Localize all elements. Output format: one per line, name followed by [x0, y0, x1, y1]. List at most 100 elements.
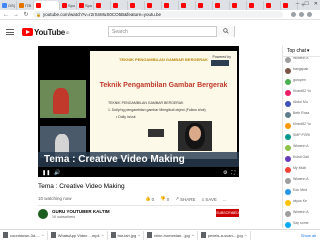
- chat-avatar[interactable]: [285, 222, 291, 228]
- browser-tab[interactable]: [145, 1, 162, 10]
- chevron-up-icon[interactable]: ^: [138, 233, 140, 238]
- chat-avatar[interactable]: [285, 90, 291, 96]
- browser-tab[interactable]: [94, 1, 111, 10]
- like-button[interactable]: 👍 0: [145, 196, 154, 202]
- presentation-slide: Powered by TEKNIK PENGAMBILAN GAMBAR BER…: [90, 51, 237, 159]
- channel-name[interactable]: GURU YOUTUBER KALTIM: [52, 209, 110, 214]
- subscribe-button[interactable]: SUBSCRIBED: [216, 209, 239, 217]
- chat-author: Edu Med: [293, 188, 308, 192]
- chat-avatar[interactable]: [285, 112, 291, 118]
- slide-bullet: • Dolly in/out: [116, 115, 136, 119]
- forward-icon[interactable]: →: [13, 12, 19, 18]
- more-button[interactable]: ...: [223, 197, 227, 202]
- chevron-up-icon[interactable]: ^: [245, 233, 247, 238]
- browser-tab[interactable]: [128, 1, 145, 10]
- close-window-icon[interactable]: ✕: [314, 1, 318, 7]
- subscriber-count: 1K subscribers: [52, 215, 76, 219]
- url-field[interactable]: 🔒 youtube.com/watch?v=r2rSnMuS0CO5B&feat…: [33, 11, 283, 18]
- divider: [38, 205, 239, 206]
- show-all-downloads-link[interactable]: Show all: [301, 233, 320, 238]
- download-filename: fair-lah.jpg: [117, 232, 137, 238]
- chat-avatar[interactable]: [285, 178, 291, 184]
- search-box[interactable]: Search: [108, 25, 235, 37]
- chat-avatar[interactable]: [285, 200, 291, 206]
- settings-icon[interactable]: ⚙: [223, 170, 227, 176]
- chat-header[interactable]: Top chat ▾: [283, 46, 320, 56]
- chevron-up-icon[interactable]: ^: [102, 233, 104, 238]
- video-player[interactable]: Powered by TEKNIK PENGAMBILAN GAMBAR BER…: [38, 46, 239, 177]
- view-count: 10 watching now: [38, 196, 72, 201]
- youtube-logo[interactable]: YouTube ID: [22, 28, 69, 37]
- chat-avatar[interactable]: [285, 57, 291, 63]
- chat-messages: Wiwenn Abangspak gurupen Khant82 Yo Abdul M…: [283, 56, 320, 232]
- download-item[interactable]: countdown-3d-... ^: [0, 230, 48, 240]
- tab-favicon-icon: [62, 3, 67, 8]
- extension-icon[interactable]: [299, 12, 304, 17]
- chevron-up-icon[interactable]: ^: [192, 233, 194, 238]
- reload-icon[interactable]: ↻: [23, 11, 29, 18]
- browser-tab[interactable]: OS|: [0, 1, 17, 10]
- play-logo-icon: [22, 28, 33, 36]
- thumb-down-icon: 👎: [160, 196, 166, 201]
- download-item[interactable]: pexels-a-scan-...jpg ^: [198, 230, 251, 240]
- chat-avatar[interactable]: [285, 101, 291, 107]
- browser-tab[interactable]: [264, 1, 281, 10]
- chevron-up-icon[interactable]: ^: [42, 233, 44, 238]
- file-icon: [200, 232, 206, 238]
- search-input[interactable]: Search: [109, 29, 216, 35]
- live-chat: Top chat ▾ Wiwenn Abangspak gurupen Khant8…: [282, 46, 320, 228]
- video-actions: 👍 0 👎 0 ↗ SHARE ≡ SAVE ...: [145, 196, 227, 202]
- chat-message: Wiwenn A: [283, 56, 320, 67]
- play-pause-icon[interactable]: ❚❚: [42, 170, 50, 176]
- volume-icon[interactable]: 🔊: [54, 170, 60, 176]
- minimize-icon[interactable]: ─: [296, 1, 300, 7]
- browser-tab[interactable]: ITB: [17, 1, 34, 10]
- tab-favicon-icon: [19, 3, 24, 8]
- download-filename: nikin-homestan...jpg: [154, 232, 190, 238]
- browser-tab[interactable]: [111, 1, 128, 10]
- dislike-button[interactable]: 👎 0: [160, 196, 169, 202]
- browser-tab[interactable]: [34, 1, 60, 10]
- browser-tab[interactable]: Spo: [77, 1, 94, 10]
- chat-avatar[interactable]: [285, 211, 291, 217]
- chat-avatar[interactable]: [285, 123, 291, 129]
- download-item[interactable]: nikin-homestan...jpg ^: [144, 230, 198, 240]
- channel-avatar[interactable]: [38, 209, 48, 219]
- fullscreen-icon[interactable]: ⛶: [231, 170, 235, 176]
- chat-avatar[interactable]: [285, 68, 291, 74]
- profile-icon[interactable]: [307, 12, 312, 17]
- back-icon[interactable]: ←: [3, 12, 9, 18]
- chat-message: Khant82 Yo: [283, 89, 320, 100]
- browser-tab[interactable]: Spo: [60, 1, 77, 10]
- save-button[interactable]: ≡ SAVE: [202, 197, 217, 202]
- chat-avatar[interactable]: [285, 79, 291, 85]
- browser-tab[interactable]: [162, 1, 179, 10]
- extension-icon[interactable]: [291, 12, 296, 17]
- browser-tab[interactable]: [247, 1, 264, 10]
- title-banner: Tema : Creative Video Making: [38, 152, 239, 167]
- download-filename: pexels-a-scan-...jpg: [207, 232, 243, 238]
- menu-icon[interactable]: [6, 29, 14, 35]
- chat-avatar[interactable]: [285, 134, 291, 140]
- download-item[interactable]: fair-lah.jpg ^: [108, 230, 145, 240]
- chat-author: Say some: [293, 221, 309, 225]
- browser-tab[interactable]: [230, 1, 247, 10]
- share-button[interactable]: ↗ SHARE: [175, 196, 195, 202]
- chat-message: Beth Rosa: [283, 111, 320, 122]
- browser-tab[interactable]: [179, 1, 196, 10]
- chat-avatar[interactable]: [285, 189, 291, 195]
- player-controls: ❚❚ 🔊 ⚙ ⛶: [38, 169, 239, 177]
- participant-webcam: [40, 80, 86, 118]
- tab-favicon-icon: [79, 3, 84, 8]
- download-item[interactable]: WhatsApp Video ...mp4 ^: [48, 230, 108, 240]
- browser-tab[interactable]: [196, 1, 213, 10]
- browser-tab[interactable]: [213, 1, 230, 10]
- maximize-icon[interactable]: ☐: [304, 1, 308, 7]
- chat-avatar[interactable]: [285, 156, 291, 162]
- tab-title: Spo: [68, 3, 76, 8]
- presenter-photo: [178, 121, 212, 151]
- search-button[interactable]: [216, 25, 234, 37]
- chat-avatar[interactable]: [285, 167, 291, 173]
- chevron-down-icon: ▾: [306, 48, 310, 54]
- chat-avatar[interactable]: [285, 145, 291, 151]
